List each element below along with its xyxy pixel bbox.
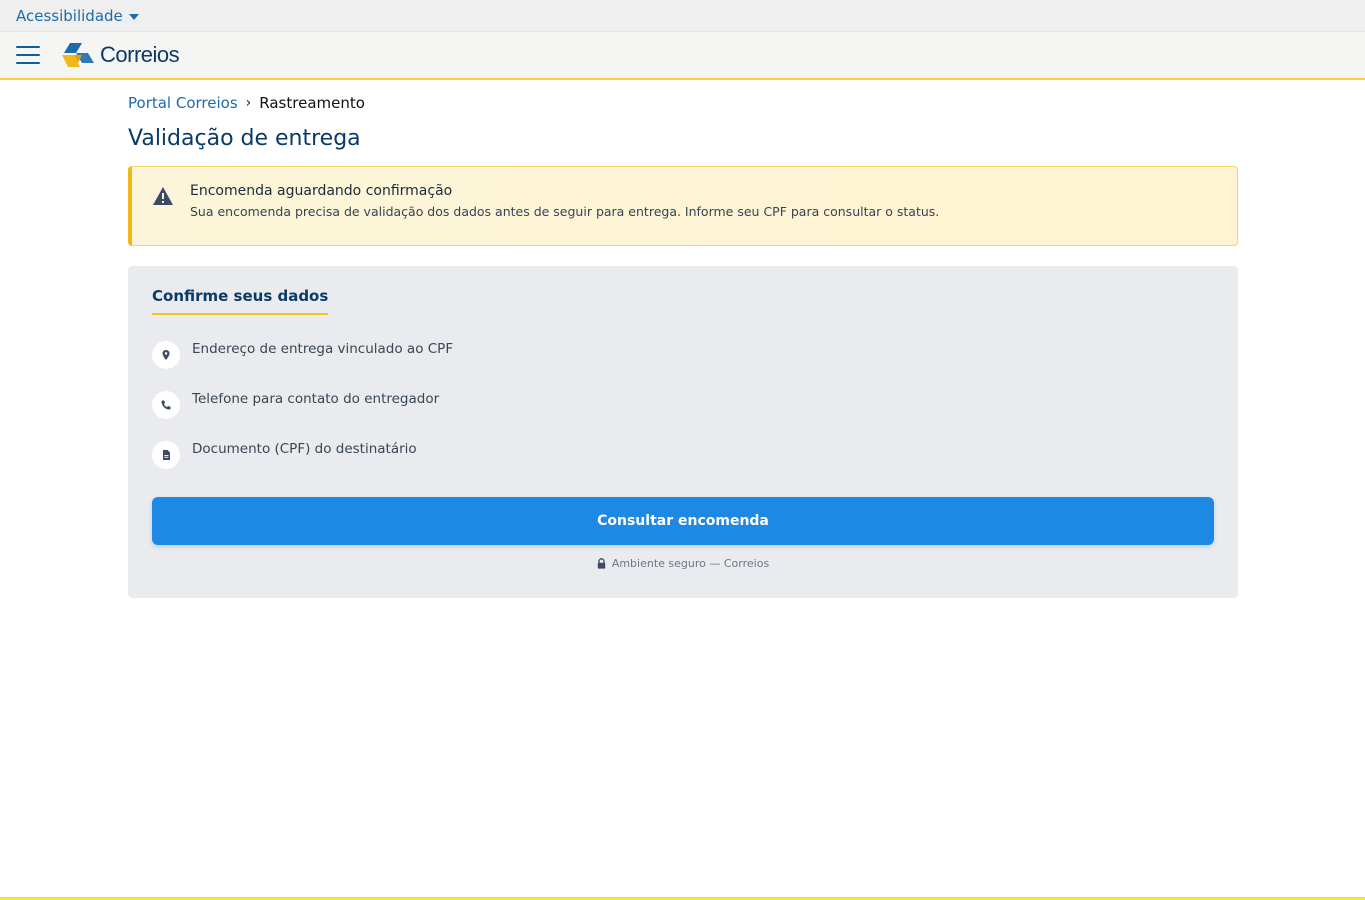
accessibility-label: Acessibilidade xyxy=(16,6,123,25)
correios-logo-icon xyxy=(62,43,94,67)
chevron-down-icon xyxy=(128,13,139,20)
breadcrumb-current: Rastreamento xyxy=(259,94,365,112)
hamburger-menu-icon[interactable] xyxy=(16,46,40,64)
list-item: Telefone para contato do entregador xyxy=(152,389,1214,439)
warning-icon xyxy=(153,187,173,205)
location-pin-icon xyxy=(152,341,180,369)
list-item: Documento (CPF) do destinatário xyxy=(152,439,1214,489)
confirm-data-card: Confirme seus dados Endereço de entrega … xyxy=(128,266,1238,598)
main-content: Portal Correios › Rastreamento Validação… xyxy=(128,94,1238,598)
logo-text: Correios xyxy=(100,42,180,67)
breadcrumb-separator: › xyxy=(245,95,252,111)
item-label: Endereço de entrega vinculado ao CPF xyxy=(192,341,454,357)
card-title: Confirme seus dados xyxy=(152,287,329,315)
status-alert: Encomenda aguardando confirmação Sua enc… xyxy=(128,166,1238,246)
phone-icon xyxy=(152,391,180,419)
secure-note: Ambiente seguro — Correios xyxy=(152,557,1214,570)
secure-note-text: Ambiente seguro — Correios xyxy=(611,557,770,570)
consult-package-button[interactable]: Consultar encomenda xyxy=(152,497,1214,545)
breadcrumb: Portal Correios › Rastreamento xyxy=(128,94,1238,112)
list-item: Endereço de entrega vinculado ao CPF xyxy=(152,339,1214,389)
item-label: Telefone para contato do entregador xyxy=(192,391,440,407)
document-icon xyxy=(152,441,180,469)
correios-logo[interactable]: Correios xyxy=(60,41,180,69)
required-data-list: Endereço de entrega vinculado ao CPF Tel… xyxy=(152,339,1214,489)
main-header: Correios xyxy=(0,32,1365,80)
accessibility-bar: Acessibilidade xyxy=(0,0,1365,32)
alert-text: Sua encomenda precisa de validação dos d… xyxy=(190,204,940,219)
page-title: Validação de entrega xyxy=(128,126,361,151)
breadcrumb-home-link[interactable]: Portal Correios xyxy=(128,94,238,112)
alert-title: Encomenda aguardando confirmação xyxy=(190,183,453,199)
lock-icon xyxy=(597,558,606,569)
accessibility-menu[interactable]: Acessibilidade xyxy=(16,7,139,25)
item-label: Documento (CPF) do destinatário xyxy=(192,441,417,457)
